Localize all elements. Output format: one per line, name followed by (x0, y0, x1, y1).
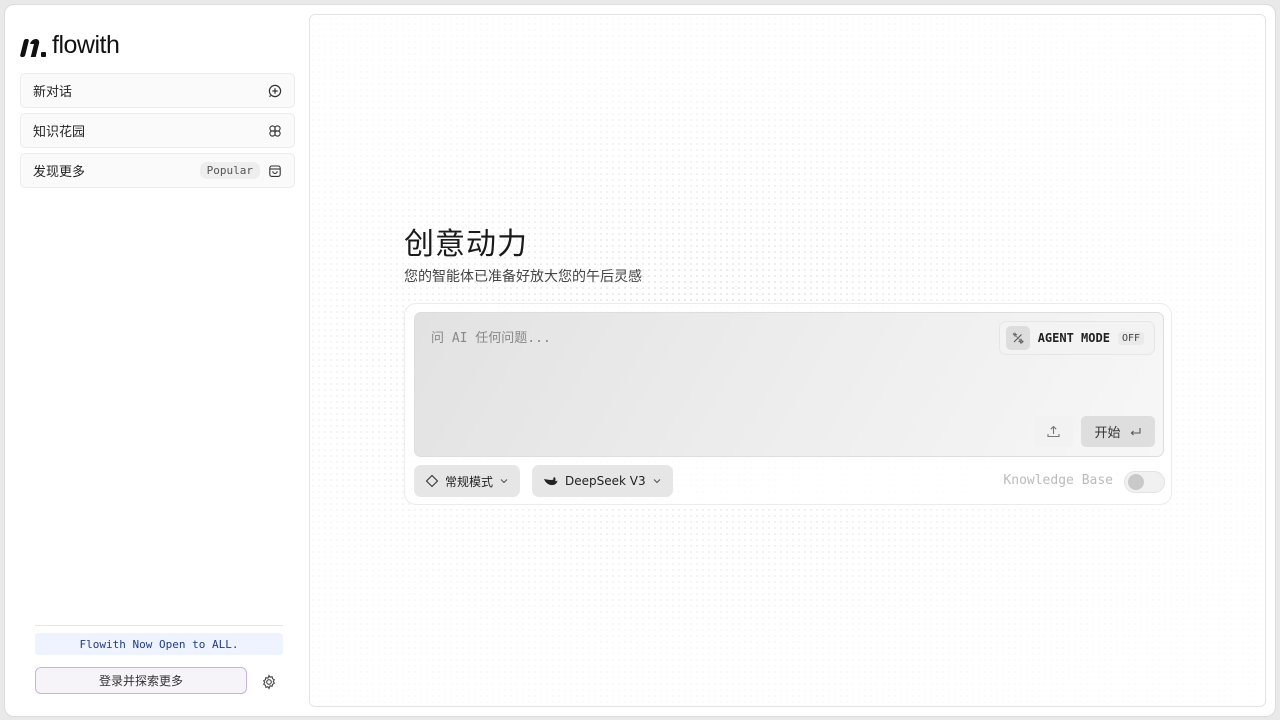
divider (35, 625, 283, 626)
start-button[interactable]: 开始 (1081, 416, 1155, 447)
chevron-down-icon (500, 479, 508, 484)
garden-icon (268, 124, 282, 138)
sidebar-item-label: 发现更多 (33, 165, 86, 180)
start-label: 开始 (1094, 426, 1121, 441)
deepseek-whale-icon (544, 477, 558, 486)
sidebar-item-label: 新对话 (33, 85, 73, 100)
mode-select[interactable]: 常规模式 (414, 465, 521, 497)
agent-mode-status: OFF (1117, 331, 1144, 345)
main-panel: 创意动力 您的智能体已准备好放大您的午后灵感 AGENT MODE OFF 开始 (309, 14, 1266, 707)
sidebar-item-knowledge-garden[interactable]: 知识花园 (20, 113, 295, 148)
gear-icon[interactable] (261, 674, 277, 690)
prompt-input[interactable] (431, 331, 971, 346)
composer: AGENT MODE OFF 开始 (414, 312, 1164, 457)
logo[interactable]: flowith (19, 31, 120, 60)
app-window: flowith 新对话 知识花园 发现更多 Popular Flowith No… (4, 4, 1276, 717)
model-select-label: DeepSeek V3 (565, 474, 646, 488)
model-select[interactable]: DeepSeek V3 (532, 465, 673, 497)
popular-badge: Popular (199, 162, 260, 179)
bag-icon (268, 164, 282, 178)
magic-wand-icon (1005, 326, 1030, 350)
sidebar-item-discover[interactable]: 发现更多 Popular (20, 153, 295, 188)
flowith-logo-icon (19, 35, 46, 57)
composer-container: AGENT MODE OFF 开始 常规模式 DeepSeek V3 (404, 303, 1172, 505)
upload-button[interactable] (1034, 416, 1073, 447)
mode-select-label: 常规模式 (445, 474, 494, 489)
sidebar-item-label: 知识花园 (33, 125, 86, 140)
enter-key-icon (1130, 428, 1141, 436)
logo-text: flowith (52, 31, 120, 59)
new-chat-icon (268, 84, 282, 98)
page-title: 创意动力 (404, 227, 528, 262)
agent-mode-label: AGENT MODE (1037, 331, 1110, 345)
announcement-banner[interactable]: Flowith Now Open to ALL. (35, 633, 283, 655)
diamond-icon (425, 474, 439, 488)
knowledge-base-label: Knowledge Base (1003, 473, 1113, 488)
sidebar-item-new-chat[interactable]: 新对话 (20, 73, 295, 108)
toggle-knob (1128, 474, 1144, 490)
login-button[interactable]: 登录并探索更多 (35, 667, 247, 694)
knowledge-base-toggle[interactable] (1124, 471, 1165, 493)
upload-icon (1047, 425, 1060, 438)
agent-mode-toggle[interactable]: AGENT MODE OFF (998, 321, 1155, 355)
sidebar: flowith 新对话 知识花园 发现更多 Popular Flowith No… (5, 5, 305, 716)
page-subtitle: 您的智能体已准备好放大您的午后灵感 (404, 269, 642, 285)
chevron-down-icon (653, 479, 661, 484)
